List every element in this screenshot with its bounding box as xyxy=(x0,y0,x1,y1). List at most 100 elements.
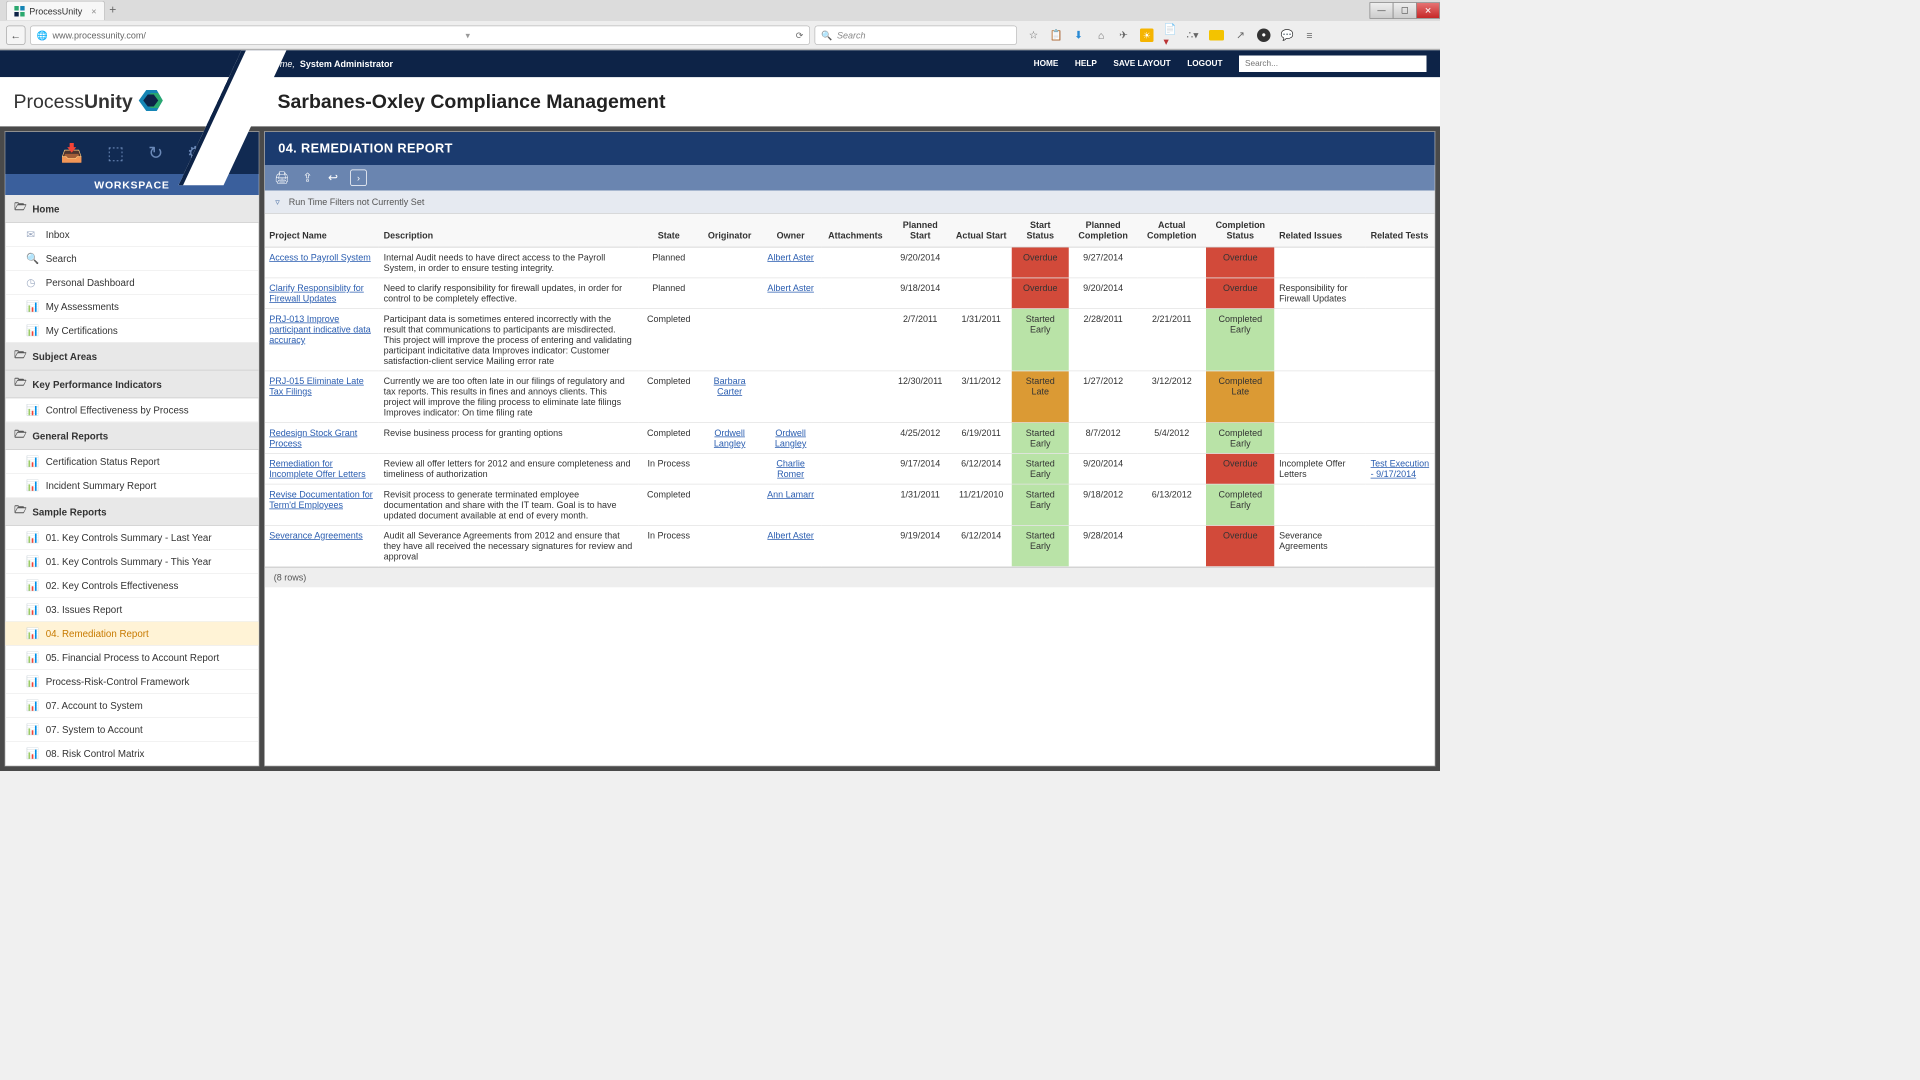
download-icon[interactable]: ⬇ xyxy=(1073,29,1085,41)
column-header[interactable]: Actual Start xyxy=(951,214,1012,247)
originator-link[interactable]: Barbara Carter xyxy=(714,376,746,397)
new-tab-button[interactable]: + xyxy=(109,4,116,18)
table-row: PRJ-015 Eliminate Late Tax FilingsCurren… xyxy=(265,371,1435,423)
column-header[interactable]: Attachments xyxy=(821,214,890,247)
sidebar-item[interactable]: 📊01. Key Controls Summary - Last Year xyxy=(5,526,259,550)
sidebar-item[interactable]: 📊08. Risk Control Matrix xyxy=(5,742,259,766)
nav-logout[interactable]: LOGOUT xyxy=(1187,59,1222,68)
sidebar-item[interactable]: 📊My Certifications xyxy=(5,319,259,343)
related-test-link[interactable]: Test Execution - 9/17/2014 xyxy=(1371,458,1430,479)
owner-link[interactable]: Charlie Romer xyxy=(776,458,805,479)
nav-home[interactable]: HOME xyxy=(1034,59,1059,68)
cell-project: Severance Agreements xyxy=(265,525,379,566)
column-header[interactable]: Actual Completion xyxy=(1137,214,1206,247)
owner-link[interactable]: Ann Lamarr xyxy=(767,489,814,500)
nav-help[interactable]: HELP xyxy=(1075,59,1097,68)
section-label: Sample Reports xyxy=(32,506,106,517)
sidebar-item[interactable]: 📊Certification Status Report xyxy=(5,450,259,474)
window-minimize-button[interactable]: — xyxy=(1370,2,1394,19)
column-header[interactable]: Originator xyxy=(699,214,760,247)
browser-tab[interactable]: ProcessUnity × xyxy=(6,1,105,21)
history-icon[interactable]: ↻ xyxy=(148,142,163,164)
welcome-user: System Administrator xyxy=(300,59,393,70)
project-link[interactable]: Access to Payroll System xyxy=(269,252,371,263)
owner-link[interactable]: Albert Aster xyxy=(767,252,814,263)
owner-link[interactable]: Ordwell Langley xyxy=(775,428,807,449)
column-header[interactable]: State xyxy=(638,214,699,247)
column-header[interactable]: Planned Completion xyxy=(1069,214,1138,247)
sidebar-section[interactable]: 🗁Subject Areas xyxy=(5,343,259,371)
project-link[interactable]: PRJ-015 Eliminate Late Tax Filings xyxy=(269,376,364,397)
menu-icon[interactable]: ≡ xyxy=(1304,29,1316,41)
url-bar[interactable]: 🌐 www.processunity.com/ ▾ ⟳ xyxy=(30,25,810,45)
sidebar-section[interactable]: 🗁Home xyxy=(5,195,259,223)
project-link[interactable]: Clarify Responsiblity for Firewall Updat… xyxy=(269,283,364,304)
send-icon[interactable]: ✈ xyxy=(1118,29,1130,41)
app-wrap: Welcome, System Administrator HOME HELP … xyxy=(0,50,1440,771)
sidebar-item[interactable]: 📊07. System to Account xyxy=(5,718,259,742)
expand-icon[interactable]: › xyxy=(350,170,367,187)
refresh-icon[interactable]: ⟳ xyxy=(796,30,804,41)
sidebar-section[interactable]: 🗁Key Performance Indicators xyxy=(5,371,259,399)
sidebar-item[interactable]: 📊07. Account to System xyxy=(5,694,259,718)
sidebar-section[interactable]: 🗁General Reports xyxy=(5,422,259,450)
sidebar-item[interactable]: 📊02. Key Controls Effectiveness xyxy=(5,574,259,598)
sidebar-item[interactable]: 📊03. Issues Report xyxy=(5,598,259,622)
dropdown-icon[interactable]: ▾ xyxy=(466,30,471,41)
sidebar-item[interactable]: 📊01. Key Controls Summary - This Year xyxy=(5,550,259,574)
browser-search[interactable]: 🔍 Search xyxy=(815,25,1018,45)
project-link[interactable]: Redesign Stock Grant Process xyxy=(269,428,357,449)
table-scroll[interactable]: Project NameDescriptionStateOriginatorOw… xyxy=(265,214,1435,766)
tab-close-icon[interactable]: × xyxy=(91,6,96,17)
cell-owner: Charlie Romer xyxy=(760,453,821,484)
chat-icon[interactable]: 💬 xyxy=(1281,29,1293,41)
print-icon[interactable]: 🖨 xyxy=(274,170,291,187)
column-header[interactable]: Related Issues xyxy=(1275,214,1366,247)
nav-save-layout[interactable]: SAVE LAYOUT xyxy=(1113,59,1170,68)
project-link[interactable]: Severance Agreements xyxy=(269,530,363,541)
column-header[interactable]: Completion Status xyxy=(1206,214,1275,247)
cell-actual-start xyxy=(951,278,1012,309)
app-search-input[interactable] xyxy=(1239,56,1427,73)
star-icon[interactable]: ☆ xyxy=(1028,29,1040,41)
owner-link[interactable]: Albert Aster xyxy=(767,530,814,541)
dashboard-icon[interactable]: ⬚ xyxy=(107,142,124,164)
browser-back-button[interactable]: ← xyxy=(6,25,26,45)
sun-icon[interactable]: ☀ xyxy=(1140,28,1154,42)
project-link[interactable]: PRJ-013 Improve participant indicative d… xyxy=(269,314,371,346)
clipboard-icon[interactable]: 📋 xyxy=(1050,29,1062,41)
home-icon[interactable]: ⌂ xyxy=(1095,29,1107,41)
reply-icon[interactable]: ↩ xyxy=(325,170,342,187)
filter-icon[interactable]: ▿ xyxy=(275,197,280,208)
project-link[interactable]: Remediation for Incomplete Offer Letters xyxy=(269,458,365,479)
dark-circle-icon[interactable]: ● xyxy=(1257,28,1271,42)
inbox-icon[interactable]: 📥 xyxy=(61,142,83,164)
window-close-button[interactable]: ✕ xyxy=(1416,2,1440,19)
window-maximize-button[interactable]: ☐ xyxy=(1393,2,1417,19)
owner-link[interactable]: Albert Aster xyxy=(767,283,814,294)
column-header[interactable]: Related Tests xyxy=(1366,214,1435,247)
sidebar-item[interactable]: 📊Control Effectiveness by Process xyxy=(5,398,259,422)
column-header[interactable]: Owner xyxy=(760,214,821,247)
wand-icon[interactable]: ↗ xyxy=(1235,29,1247,41)
sidebar-item[interactable]: 🔍Search xyxy=(5,247,259,271)
sidebar-item[interactable]: 📊05. Financial Process to Account Report xyxy=(5,646,259,670)
sidebar-item[interactable]: 📊04. Remediation Report xyxy=(5,622,259,646)
pdf-icon[interactable]: 📄▾ xyxy=(1164,29,1176,41)
sidebar-item[interactable]: ◷Personal Dashboard xyxy=(5,271,259,295)
battery-icon[interactable] xyxy=(1209,30,1224,41)
sidebar-item[interactable]: 📊My Assessments xyxy=(5,295,259,319)
sidebar-item[interactable]: ✉Inbox xyxy=(5,223,259,247)
project-link[interactable]: Revise Documentation for Term'd Employee… xyxy=(269,489,373,510)
sidebar-section[interactable]: 🗁Sample Reports xyxy=(5,498,259,526)
originator-link[interactable]: Ordwell Langley xyxy=(714,428,746,449)
column-header[interactable]: Start Status xyxy=(1012,214,1069,247)
content: 04. REMEDIATION REPORT 🖨 ⇪ ↩ › ▿ Run Tim… xyxy=(264,131,1436,766)
sidebar-item[interactable]: 📊Process-Risk-Control Framework xyxy=(5,670,259,694)
gear-dots-icon[interactable]: ∴▾ xyxy=(1187,29,1199,41)
column-header[interactable]: Planned Start xyxy=(890,214,951,247)
sidebar-item[interactable]: 📊Incident Summary Report xyxy=(5,474,259,498)
export-icon[interactable]: ⇪ xyxy=(299,170,316,187)
column-header[interactable]: Description xyxy=(379,214,638,247)
column-header[interactable]: Project Name xyxy=(265,214,379,247)
